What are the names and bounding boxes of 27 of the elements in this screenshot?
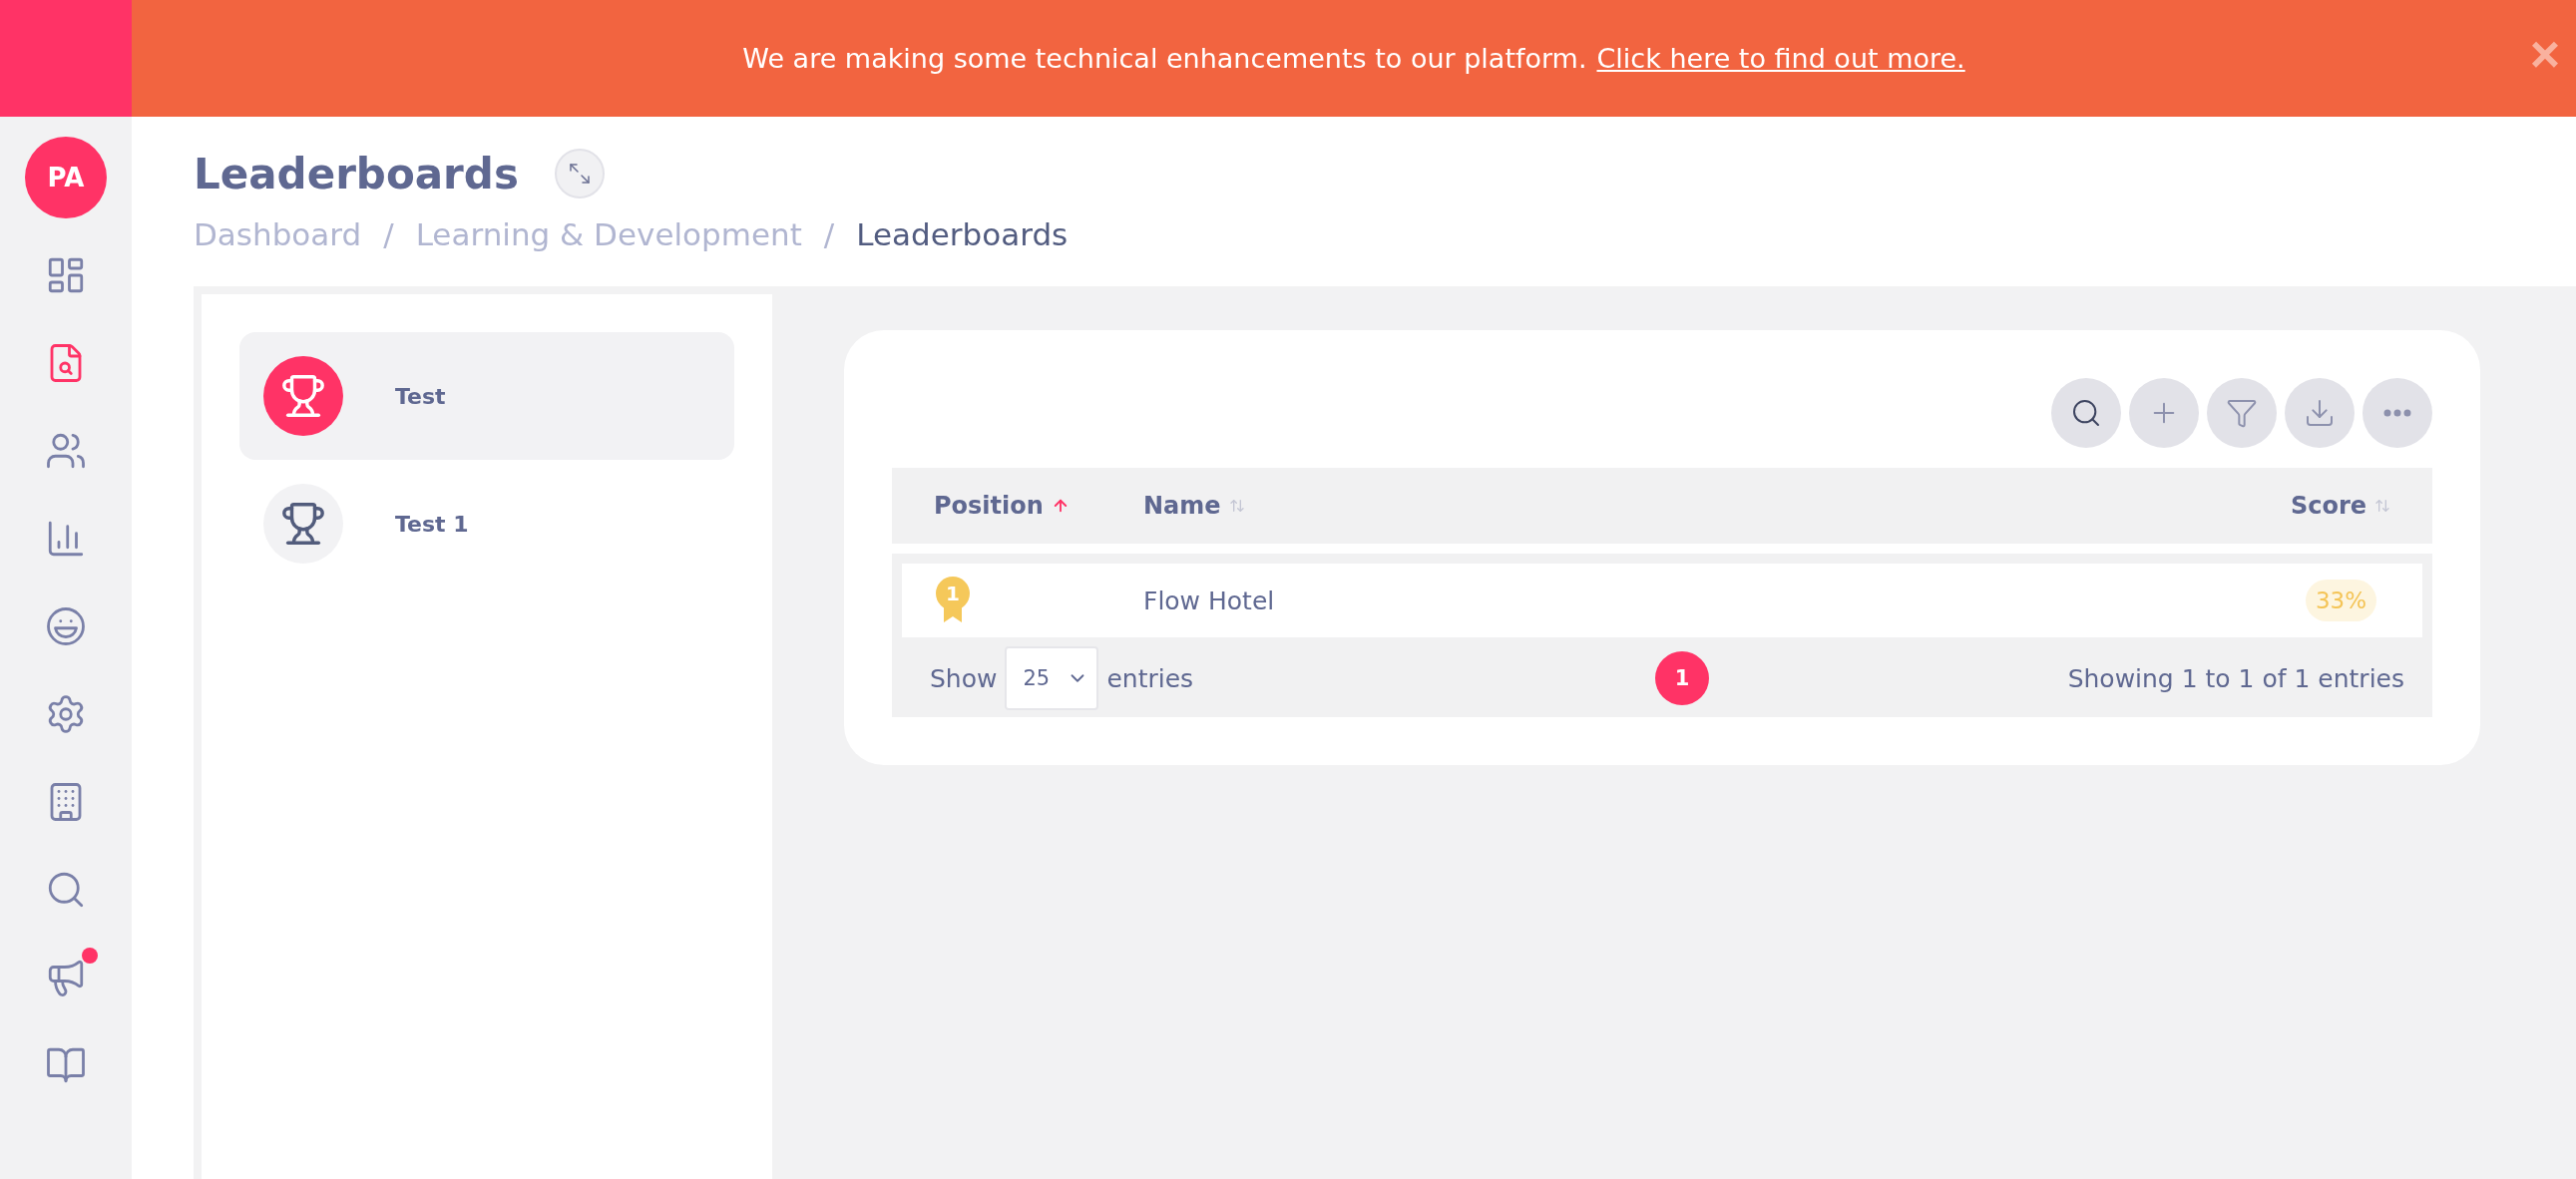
notification-dot [82, 948, 98, 964]
column-header[interactable]: Position [934, 492, 1070, 520]
banner-link[interactable]: Click here to find out more. [1596, 43, 1965, 74]
page-size-select[interactable]: 25 [1005, 646, 1099, 710]
page-title: Leaderboards [194, 149, 519, 198]
breadcrumb-link[interactable]: Leaderboards [856, 216, 1069, 252]
more-icon [2383, 409, 2411, 417]
leaderboard-item[interactable]: Test [239, 332, 734, 460]
smiley-icon [45, 605, 87, 647]
entries-summary: Showing 1 to 1 of 1 entries [2067, 663, 2404, 693]
expand-button[interactable] [554, 149, 605, 198]
column-header[interactable]: Name [1143, 492, 1245, 520]
breadcrumb-separator: / [823, 216, 835, 252]
breadcrumb-separator: / [383, 216, 394, 252]
download-icon [2304, 397, 2336, 429]
column-header[interactable]: Score [2290, 492, 2390, 520]
filter-icon [2226, 397, 2258, 429]
entries-label: entries [1106, 663, 1194, 693]
user-avatar[interactable]: PA [25, 137, 107, 218]
name-cell-text: Flow Hotel [1143, 586, 1276, 615]
search-icon [2070, 397, 2102, 429]
page-button[interactable]: 1 [1655, 651, 1709, 705]
show-label: Show [930, 663, 998, 693]
leaderboard-item[interactable]: Test 1 [239, 460, 734, 588]
score-badge: 33% [2305, 580, 2376, 621]
banner-text: We are making some technical enhancements to our platform. [742, 43, 1587, 74]
expand-icon [567, 162, 592, 186]
